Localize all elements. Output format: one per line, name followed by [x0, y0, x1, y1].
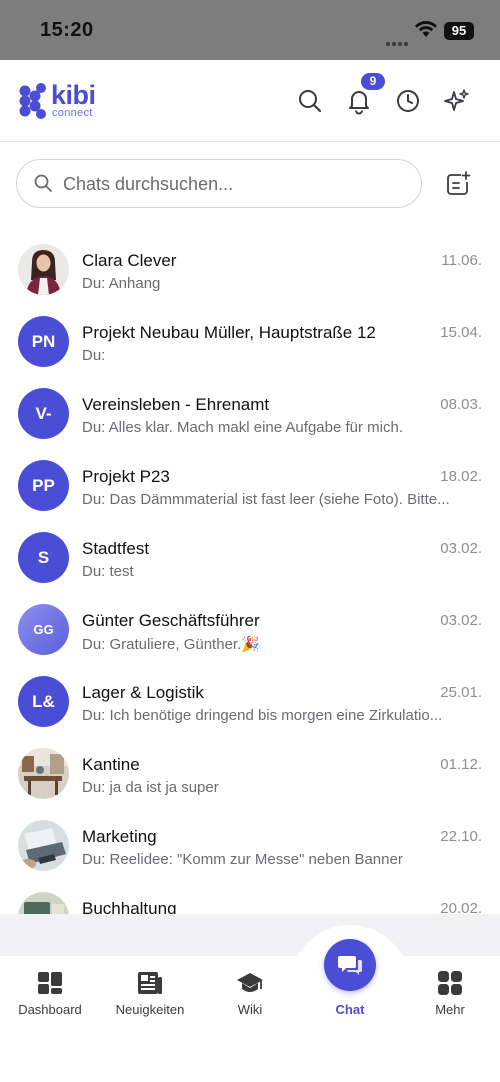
- laptop-photo-icon: [18, 820, 69, 871]
- search-box[interactable]: [16, 159, 422, 208]
- clock-icon[interactable]: [394, 87, 422, 115]
- chat-name: Buchhaltung: [82, 899, 177, 914]
- avatar-photo: [18, 244, 69, 295]
- chat-date: 22.10.: [440, 828, 482, 845]
- chat-preview: Du: Das Dämmmaterial ist fast leer (sieh…: [82, 491, 450, 508]
- sparkles-icon[interactable]: [443, 87, 471, 115]
- dashboard-icon: [38, 972, 62, 994]
- notification-badge: 9: [361, 73, 385, 90]
- avatar-initials: PN: [18, 316, 69, 367]
- avatar-initials: L&: [18, 676, 69, 727]
- chat-name: Clara Clever: [82, 251, 177, 270]
- logo-subtitle: connect: [52, 107, 93, 119]
- chat-date: 25.01.: [440, 684, 482, 701]
- chat-date: 15.04.: [440, 324, 482, 341]
- chat-name: Projekt Neubau Müller, Hauptstraße 12: [82, 323, 376, 342]
- chat-preview: Du: Alles klar. Mach makl eine Aufgabe f…: [82, 419, 403, 436]
- nav-dashboard[interactable]: Dashboard: [0, 970, 100, 1030]
- person-photo-icon: [18, 244, 69, 295]
- search-icon[interactable]: [296, 87, 324, 115]
- nav-wiki[interactable]: Wiki: [200, 970, 300, 1030]
- avatar-photo: [18, 748, 69, 799]
- chat-date: 03.02.: [440, 612, 482, 629]
- kibi-connect-logo[interactable]: kibi connect: [19, 80, 109, 122]
- chat-item-guenter[interactable]: GG Günter Geschäftsführer 03.02. Du: Gra…: [0, 592, 500, 664]
- chat-date: 01.12.: [440, 756, 482, 773]
- cellular-dots-icon: [386, 33, 410, 51]
- nav-chat[interactable]: Chat: [300, 970, 400, 1030]
- chat-name: Marketing: [82, 827, 157, 846]
- chat-date: 20.02.: [440, 900, 482, 914]
- nav-more[interactable]: Mehr: [400, 970, 500, 1030]
- chat-name: Günter Geschäftsführer: [82, 611, 260, 630]
- status-time: 15:20: [40, 19, 94, 41]
- chat-date: 08.03.: [440, 396, 482, 413]
- nav-label: Mehr: [435, 1002, 465, 1017]
- bell-icon[interactable]: [345, 87, 373, 115]
- chat-date: 03.02.: [440, 540, 482, 557]
- avatar-initials: PP: [18, 460, 69, 511]
- chat-item-lager-logistik[interactable]: L& Lager & Logistik 25.01. Du: Ich benöt…: [0, 664, 500, 736]
- chat-item-marketing[interactable]: Marketing 22.10. Du: Reelidee: "Komm zur…: [0, 808, 500, 880]
- chat-item-buchhaltung[interactable]: Buchhaltung 20.02.: [0, 880, 500, 914]
- nav-label: Neuigkeiten: [115, 1002, 185, 1017]
- graduation-cap-icon: [237, 973, 263, 992]
- chat-preview: Du: Anhang: [82, 275, 161, 292]
- chat-preview: Du: test: [82, 563, 134, 580]
- avatar-initials: V-: [18, 388, 69, 439]
- nav-label: Wiki: [237, 1002, 263, 1017]
- nav-label: Chat: [335, 1002, 365, 1017]
- chat-item-projekt-neubau[interactable]: PN Projekt Neubau Müller, Hauptstraße 12…: [0, 304, 500, 376]
- status-bar: 15:20 95: [0, 0, 500, 60]
- chat-item-projekt-p23[interactable]: PP Projekt P23 18.02. Du: Das Dämmmateri…: [0, 448, 500, 520]
- chat-name: Stadtfest: [82, 539, 150, 558]
- chat-name: Projekt P23: [82, 467, 170, 486]
- kibi-logo-icon: [19, 83, 46, 119]
- avatar-initials: GG: [18, 604, 69, 655]
- chat-name: Kantine: [82, 755, 140, 774]
- search-icon: [34, 174, 52, 192]
- chat-list: Clara Clever 11.06. Du: Anhang PN Projek…: [0, 232, 500, 914]
- chat-name: Vereinsleben - Ehrenamt: [82, 395, 270, 414]
- app-header: kibi connect: [0, 60, 500, 142]
- chat-date: 18.02.: [440, 468, 482, 485]
- wifi-icon: [415, 21, 437, 37]
- chat-item-stadtfest[interactable]: S Stadtfest 03.02. Du: test: [0, 520, 500, 592]
- desk-photo-icon: [18, 892, 69, 914]
- chat-item-clara-clever[interactable]: Clara Clever 11.06. Du: Anhang: [0, 232, 500, 304]
- avatar-photo: [18, 820, 69, 871]
- search-input[interactable]: [63, 172, 403, 196]
- avatar-photo: [18, 892, 69, 914]
- newspaper-icon: [138, 972, 162, 994]
- chat-date: 11.06.: [441, 252, 482, 269]
- nav-news[interactable]: Neuigkeiten: [100, 970, 200, 1030]
- cafe-photo-icon: [18, 748, 69, 799]
- chat-preview: Du: Reelidee: "Komm zur Messe" neben Ban…: [82, 851, 403, 868]
- chat-preview: Du: Gratuliere, Günther.🎉: [82, 636, 260, 653]
- battery-indicator: 95: [444, 22, 474, 40]
- chat-preview: Du: ja da ist ja super: [82, 779, 219, 796]
- grid-icon: [438, 971, 462, 995]
- avatar-initials: S: [18, 532, 69, 583]
- chat-preview: Du:: [82, 347, 106, 364]
- chat-preview: Du: Ich benötige dringend bis morgen ein…: [82, 707, 443, 724]
- chat-item-kantine[interactable]: Kantine 01.12. Du: ja da ist ja super: [0, 736, 500, 808]
- new-chat-icon[interactable]: [444, 170, 472, 198]
- chat-item-vereinsleben[interactable]: V- Vereinsleben - Ehrenamt 08.03. Du: Al…: [0, 376, 500, 448]
- nav-label: Dashboard: [18, 1002, 82, 1017]
- chat-name: Lager & Logistik: [82, 683, 204, 702]
